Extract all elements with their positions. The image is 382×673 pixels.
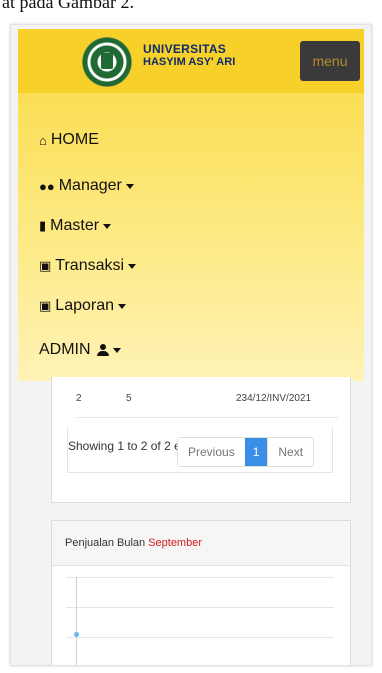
home-icon: ⌂ [39,132,47,148]
page-caption: at pada Gambar 2. [2,0,134,12]
nav-transaksi-label: Transaksi [55,257,125,274]
nav-admin[interactable]: ADMIN [39,341,121,359]
brand-bar: UNIVERSITAS HASYIM ASY' ARI menu [18,29,364,93]
chart-point [74,632,79,637]
chart-card-title: Penjualan Bulan September [65,537,202,549]
nav-laporan-label: Laporan [55,297,115,314]
archive-icon: ▣ [39,258,52,273]
caret-down-icon [128,263,137,269]
sales-chart-card: Penjualan Bulan September [51,520,351,665]
pagination-next[interactable]: Next [267,438,314,466]
nav-manager-label: Manager [58,177,122,194]
nav-transaksi[interactable]: ▣ Transaksi [39,257,137,275]
nav-laporan[interactable]: ▣ Laporan [39,297,127,315]
navbar: UNIVERSITAS HASYIM ASY' ARI menu ⌂ HOME … [18,29,364,381]
phone-screen: UNIVERSITAS HASYIM ASY' ARI menu ⌂ HOME … [10,24,372,666]
pagination-previous[interactable]: Previous [178,438,245,466]
menu-toggle-button[interactable]: menu [300,41,360,81]
nav-home-label: HOME [50,131,99,148]
nav-master-label: Master [50,217,100,234]
chart-gridline [66,577,334,578]
nav-home[interactable]: ⌂ HOME [39,131,99,149]
chart-gridline [66,637,334,638]
nav-admin-label: ADMIN [39,341,91,358]
nav-manager[interactable]: ●● Manager [39,177,134,195]
book-icon: ▮ [39,218,47,233]
cell-qty: 5 [126,393,132,404]
chart-y-axis [76,577,77,665]
caret-down-icon [118,303,127,309]
caret-down-icon [125,183,134,189]
chart-title-prefix: Penjualan Bulan [65,537,146,549]
brand-name: UNIVERSITAS HASYIM ASY' ARI [143,43,235,69]
chart-title-month: September [148,537,202,549]
nav-master[interactable]: ▮ Master [39,217,112,235]
pagination-page-1[interactable]: 1 [244,438,268,466]
brand-line-1: UNIVERSITAS [143,42,227,56]
table-row: 2 5 234/12/INV/2021 [76,377,338,418]
cell-invoice: 234/12/INV/2021 [236,393,312,404]
chart-gridline [66,607,334,608]
brand-line-2: HASYIM ASY' ARI [143,56,236,68]
cell-no: 2 [76,393,82,404]
caret-down-icon [112,347,121,353]
chart-card-header: Penjualan Bulan September [52,521,350,566]
caret-down-icon [103,223,112,229]
user-icon [96,344,109,356]
users-icon: ●● [39,178,55,194]
university-logo [82,37,132,87]
archive-icon: ▣ [39,298,52,313]
pagination: Previous 1 Next [177,437,315,467]
